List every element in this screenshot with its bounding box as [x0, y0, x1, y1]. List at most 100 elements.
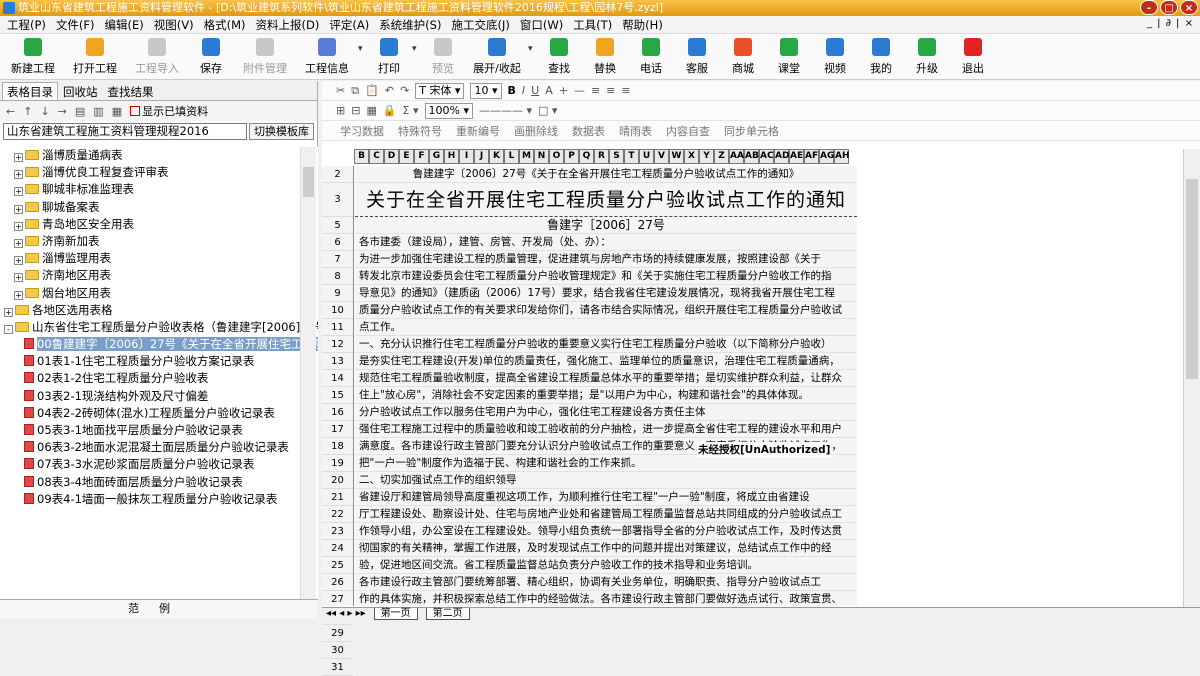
menu-item[interactable]: 帮助(H)	[617, 16, 668, 34]
row-number[interactable]: 21	[322, 489, 353, 506]
column-header-cell[interactable]: AD	[774, 149, 789, 164]
paste-icon[interactable]: ▥	[93, 105, 103, 118]
tool-7[interactable]: 内容自查	[662, 123, 714, 139]
row-number[interactable]: 19	[322, 455, 353, 472]
cut-icon[interactable]: ✂	[336, 84, 345, 97]
toolbar-button[interactable]: 展开/收起	[466, 34, 528, 80]
column-header-cell[interactable]: B	[354, 149, 369, 164]
row-number[interactable]: 22	[322, 506, 353, 523]
sheet-tab-1[interactable]: 第一页	[373, 607, 418, 620]
split-icon[interactable]: ⊟	[351, 104, 360, 117]
tree-item[interactable]: 03表2-1现浇结构外观及尺寸偏差	[0, 388, 318, 405]
expand-toggle-icon[interactable]: +	[14, 290, 23, 300]
redo-icon[interactable]: ↷	[400, 84, 409, 97]
tree-item[interactable]: + 青岛地区安全用表	[0, 216, 318, 233]
column-header-cell[interactable]: U	[639, 149, 654, 164]
tab-search-results[interactable]: 查找结果	[103, 82, 159, 100]
tree-item[interactable]: - 山东省住宅工程质量分户验收表格（鲁建建字[2006]27号）	[0, 319, 318, 336]
lock-icon[interactable]: 🔒	[383, 104, 397, 117]
tool-2[interactable]: 特殊符号	[394, 123, 446, 139]
row-number[interactable]: 13	[322, 353, 353, 370]
tool-5[interactable]: 数据表	[568, 123, 609, 139]
align-right-icon[interactable]: ≡	[621, 84, 630, 97]
column-header-cell[interactable]: X	[684, 149, 699, 164]
arrow-up-icon[interactable]: ↑	[23, 105, 32, 118]
toolbar-button[interactable]: 保存	[188, 34, 234, 80]
arrow-down-icon[interactable]: ↓	[40, 105, 49, 118]
toolbar-button[interactable]: 课堂	[766, 34, 812, 80]
row-number[interactable]: 5	[322, 217, 353, 234]
line-style-icon[interactable]: ———— ▾	[479, 104, 532, 117]
toolbar-button[interactable]: 视频	[812, 34, 858, 80]
sheet-tab-2[interactable]: 第二页	[425, 607, 470, 620]
row-number[interactable]: 12	[322, 336, 353, 353]
toolbar-button[interactable]: 打开工程	[64, 34, 126, 80]
row-number[interactable]: 9	[322, 285, 353, 302]
column-header-cell[interactable]: P	[564, 149, 579, 164]
row-number[interactable]: 15	[322, 387, 353, 404]
align-left-icon[interactable]: ≡	[591, 84, 600, 97]
tree-item[interactable]: + 聊城非标准监理表	[0, 181, 318, 198]
show-filled-checkbox[interactable]: 显示已填资料	[130, 103, 208, 119]
italic-icon[interactable]: I	[522, 84, 525, 97]
font-select[interactable]: T 宋体 ▾	[415, 82, 465, 99]
tool-6[interactable]: 晴雨表	[615, 123, 656, 139]
column-header-cell[interactable]: M	[519, 149, 534, 164]
toolbar-dropdown-icon[interactable]	[528, 34, 536, 80]
tree-item[interactable]: 07表3-3水泥砂浆面层质量分户验收记录表	[0, 456, 318, 473]
checkbox-icon[interactable]	[130, 106, 141, 116]
column-header-cell[interactable]: O	[549, 149, 564, 164]
column-header-cell[interactable]: AC	[759, 149, 774, 164]
tree-item[interactable]: 09表4-1墙面一般抹灰工程质量分户验收记录表	[0, 491, 318, 508]
tool-1[interactable]: 学习数据	[336, 123, 388, 139]
tree-item[interactable]: + 淄博监理用表	[0, 250, 318, 267]
toolbar-button[interactable]: 工程信息	[296, 34, 358, 80]
row-number[interactable]: 25	[322, 557, 353, 574]
tree-item[interactable]: + 济南新加表	[0, 233, 318, 250]
expand-toggle-icon[interactable]: +	[14, 187, 23, 197]
toolbar-button[interactable]: 电话	[628, 34, 674, 80]
font-color-icon[interactable]: A	[545, 84, 553, 97]
row-number[interactable]: 8	[322, 268, 353, 285]
column-header-cell[interactable]: K	[489, 149, 504, 164]
column-header-cell[interactable]: AG	[819, 149, 834, 164]
toolbar-button[interactable]: 查找	[536, 34, 582, 80]
toolbar-button[interactable]: 客服	[674, 34, 720, 80]
row-number[interactable]: 29	[322, 625, 353, 642]
row-number[interactable]: 11	[322, 319, 353, 336]
column-header-cell[interactable]: Y	[699, 149, 714, 164]
column-header-cell[interactable]: T	[624, 149, 639, 164]
column-header-cell[interactable]: F	[414, 149, 429, 164]
toolbar-button[interactable]: 升级	[904, 34, 950, 80]
row-number[interactable]: 14	[322, 370, 353, 387]
arrow-right-icon[interactable]: →	[58, 105, 67, 118]
bold-icon[interactable]: B	[508, 84, 516, 97]
copy-icon[interactable]: ⧉	[351, 84, 359, 98]
row-number[interactable]: 31	[322, 659, 353, 676]
tree-item[interactable]: 01表1-1住宅工程质量分户验收方案记录表	[0, 353, 318, 370]
column-header-cell[interactable]: AH	[834, 149, 850, 164]
row-number[interactable]: 26	[322, 574, 353, 591]
undo-icon[interactable]: ↶	[385, 84, 394, 97]
spec-select[interactable]: 山东省建筑工程施工资料管理规程2016	[3, 122, 247, 140]
tab-catalog[interactable]: 表格目录	[2, 82, 58, 100]
tree-scrollbar[interactable]	[300, 147, 316, 599]
menu-item[interactable]: 窗口(W)	[515, 16, 568, 34]
zoom-select[interactable]: 100% ▾	[424, 102, 473, 119]
tree-item[interactable]: + 淄博质量通病表	[0, 147, 318, 164]
tree-item[interactable]: 08表3-4地面砖面层质量分户验收记录表	[0, 474, 318, 491]
grid-icon[interactable]: ▦	[112, 105, 122, 118]
column-header-cell[interactable]: AF	[804, 149, 819, 164]
sheet-nav-icon[interactable]: ◂◂ ◂ ▸ ▸▸	[326, 608, 366, 619]
row-number[interactable]: 7	[322, 251, 353, 268]
minus-icon[interactable]: —	[574, 84, 585, 97]
mdi-controls[interactable]: _ | ∂ | ×	[1147, 18, 1194, 29]
column-header-cell[interactable]: AE	[789, 149, 804, 164]
tree-item[interactable]: 02表1-2住宅工程质量分户验收表	[0, 370, 318, 387]
row-number[interactable]: 18	[322, 438, 353, 455]
vertical-scrollbar[interactable]	[1183, 149, 1200, 607]
toolbar-dropdown-icon[interactable]	[412, 34, 420, 80]
row-number[interactable]: 3	[322, 183, 353, 217]
menu-item[interactable]: 编辑(E)	[100, 16, 149, 34]
document-content[interactable]: 鲁建建字〔2006〕27号《关于在全省开展住宅工程质量分户验收试点工作的通知》 …	[355, 166, 857, 606]
